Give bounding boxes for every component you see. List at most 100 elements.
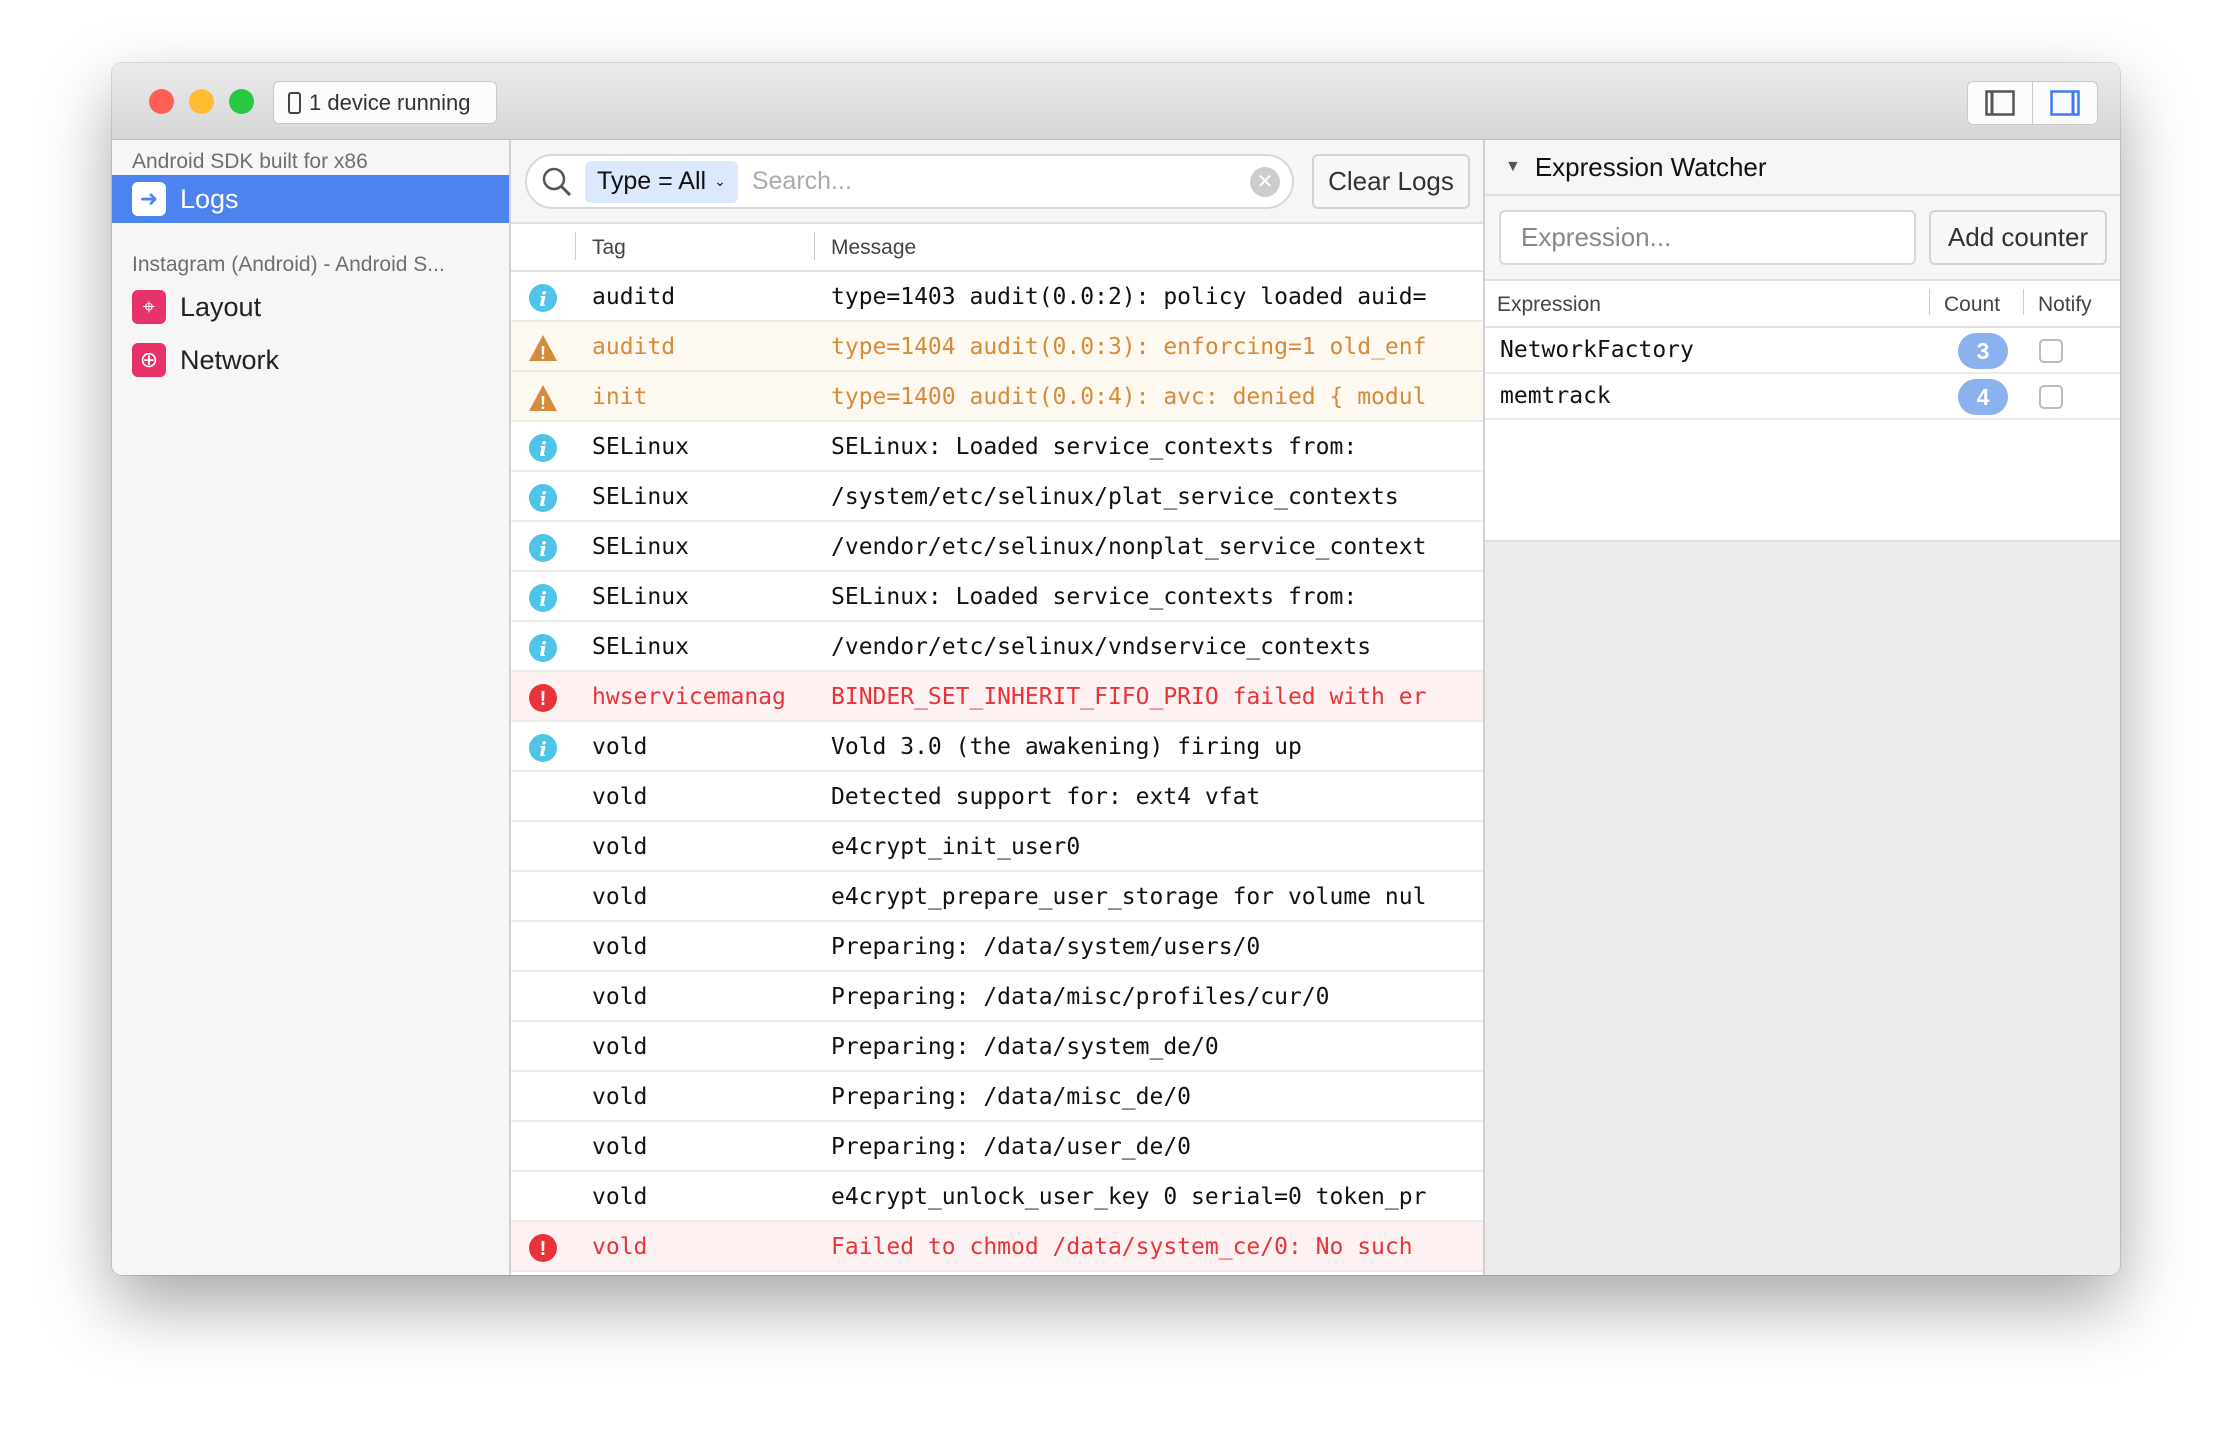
log-row[interactable]: ! hwservicemanag BINDER_SET_INHERIT_FIFO_P… bbox=[511, 672, 1483, 722]
info-icon: i bbox=[528, 283, 558, 313]
notify-checkbox[interactable] bbox=[2039, 339, 2063, 363]
log-tag: SELinux bbox=[592, 434, 689, 460]
clear-search-icon[interactable]: ✕ bbox=[1250, 166, 1280, 197]
log-row[interactable]: vold Detected support for: ext4 vfat bbox=[511, 772, 1483, 822]
right-sidebar-icon bbox=[2050, 90, 2080, 116]
clear-logs-button[interactable]: Clear Logs bbox=[1312, 154, 1470, 209]
log-tag: vold bbox=[592, 1184, 648, 1210]
log-row[interactable]: i SELinux/vendor/etc/selinux/vndservice_c… bbox=[511, 622, 1483, 672]
expression-watcher-header[interactable]: ▼ Expression Watcher bbox=[1485, 140, 2120, 196]
globe-icon: ⊕ bbox=[132, 343, 166, 377]
disclosure-triangle-icon: ▼ bbox=[1505, 158, 1521, 175]
column-header-tag[interactable]: Tag bbox=[592, 236, 626, 260]
sidebar-item-layout[interactable]: ⌖ Layout bbox=[112, 283, 509, 331]
log-message: SELinux: Loaded service_contexts from: bbox=[831, 584, 1358, 610]
log-row[interactable]: i SELinux/vendor/etc/selinux/nonplat_serv… bbox=[511, 522, 1483, 572]
sidebar-item-network[interactable]: ⊕ Network bbox=[112, 336, 509, 384]
titlebar: 1 device running bbox=[112, 63, 2120, 140]
log-tag: vold bbox=[592, 734, 648, 760]
log-message: BINDER_SET_INHERIT_FIFO_PRIO failed with… bbox=[831, 684, 1427, 710]
log-message: Preparing: /data/misc/profiles/cur/0 bbox=[831, 984, 1330, 1010]
svg-text:!: ! bbox=[540, 393, 546, 413]
log-message: Failed to chmod /data/system_ce/0: No su… bbox=[831, 1234, 1413, 1260]
phone-icon bbox=[288, 91, 301, 114]
log-row[interactable]: i SELinux SELinux: Loaded service_contexts… bbox=[511, 422, 1483, 472]
log-message: type=1404 audit(0.0:3): enforcing=1 old_… bbox=[831, 334, 1427, 360]
log-message: e4crypt_init_user0 bbox=[831, 834, 1081, 860]
log-message: e4crypt_prepare_user_storage for volume … bbox=[831, 884, 1427, 910]
expression-input[interactable] bbox=[1499, 210, 1916, 265]
log-row[interactable]: ! auditd type=1404 audit(0.0:3): enforcing… bbox=[511, 322, 1483, 372]
svg-text:i: i bbox=[539, 537, 547, 561]
svg-text:i: i bbox=[539, 737, 547, 761]
log-row[interactable]: ! vold Failed to chmod /data/system_ce/0: … bbox=[511, 1222, 1483, 1272]
log-row[interactable]: vold Preparing: /data/system_de/0 bbox=[511, 1022, 1483, 1072]
log-row[interactable]: vold Preparing: /data/misc_de/0 bbox=[511, 1072, 1483, 1122]
log-row[interactable]: vold Preparing: /data/misc/profiles/cur/0 bbox=[511, 972, 1483, 1022]
section-title: Android SDK built for x86 bbox=[132, 150, 368, 173]
section-title: Instagram (Android) - Android S... bbox=[132, 253, 445, 276]
log-message: Preparing: /data/misc_de/0 bbox=[831, 1084, 1192, 1110]
svg-text:i: i bbox=[539, 487, 547, 511]
log-message: type=1400 audit(0.0:4): avc: denied { mo… bbox=[831, 384, 1427, 410]
type-filter-label: Type = All bbox=[597, 167, 707, 195]
column-header-message[interactable]: Message bbox=[831, 236, 916, 260]
notify-checkbox[interactable] bbox=[2039, 385, 2063, 409]
minimize-window-button[interactable] bbox=[189, 89, 214, 114]
expression-name: NetworkFactory bbox=[1500, 337, 1694, 363]
toggle-left-sidebar-button[interactable] bbox=[1968, 82, 2032, 124]
log-row[interactable]: i SELinux/system/etc/selinux/plat_service… bbox=[511, 472, 1483, 522]
svg-text:!: ! bbox=[540, 343, 546, 363]
column-header-count: Count bbox=[1944, 293, 2001, 316]
type-filter-dropdown[interactable]: Type = All ⌄ bbox=[585, 160, 738, 203]
search-box: Type = All ⌄ ✕ bbox=[525, 154, 1294, 209]
sidebar-item-logs[interactable]: ➜ Logs bbox=[112, 175, 509, 223]
column-header-expression: Expression bbox=[1497, 293, 1601, 316]
error-icon: ! bbox=[528, 1233, 558, 1263]
panel-title: Expression Watcher bbox=[1534, 151, 1767, 182]
expression-watcher-panel: ▼ Expression Watcher Add counter Express… bbox=[1485, 140, 2120, 1275]
log-tag: vold bbox=[592, 934, 648, 960]
expression-row: memtrack 4 bbox=[1485, 374, 2120, 420]
log-tag: vold bbox=[592, 1084, 648, 1110]
log-row[interactable]: i vold Vold 3.0 (the awakening) firing up bbox=[511, 722, 1483, 772]
warning-icon: ! bbox=[528, 383, 558, 413]
search-input[interactable] bbox=[751, 167, 1250, 196]
log-tag: vold bbox=[592, 1134, 648, 1160]
count-badge: 3 bbox=[1958, 333, 2008, 369]
log-row[interactable]: i SELinux SELinux: Loaded service_contexts… bbox=[511, 572, 1483, 622]
info-icon: i bbox=[528, 483, 558, 513]
expression-row: NetworkFactory 3 bbox=[1485, 328, 2120, 374]
left-sidebar-icon bbox=[1985, 90, 2015, 116]
log-tag: vold bbox=[592, 784, 648, 810]
log-tag: vold bbox=[592, 1034, 648, 1060]
log-tag: vold bbox=[592, 884, 648, 910]
log-row[interactable]: vold e4crypt_init_user0 bbox=[511, 822, 1483, 872]
zoom-window-button[interactable] bbox=[229, 89, 254, 114]
logs-table-header: Tag Message bbox=[511, 224, 1483, 272]
svg-text:i: i bbox=[539, 637, 547, 661]
add-counter-button[interactable]: Add counter bbox=[1929, 210, 2107, 265]
log-message: Detected support for: ext4 vfat bbox=[831, 784, 1261, 810]
log-tag: SELinux bbox=[592, 534, 689, 560]
log-row[interactable]: vold Preparing: /data/system/users/0 bbox=[511, 922, 1483, 972]
log-message: Preparing: /data/system_de/0 bbox=[831, 1034, 1219, 1060]
device-selector-button[interactable]: 1 device running bbox=[273, 81, 497, 124]
log-tag: SELinux bbox=[592, 584, 689, 610]
log-row[interactable]: i auditd type=1403 audit(0.0:2): policy lo… bbox=[511, 272, 1483, 322]
close-window-button[interactable] bbox=[149, 89, 174, 114]
sidebar-item-label: Network bbox=[180, 344, 280, 375]
arrow-right-icon: ➜ bbox=[132, 182, 166, 216]
count-badge: 4 bbox=[1958, 379, 2008, 415]
log-tag: auditd bbox=[592, 284, 676, 310]
log-row[interactable]: vold Preparing: /data/user_de/0 bbox=[511, 1122, 1483, 1172]
info-icon: i bbox=[528, 433, 558, 463]
log-row[interactable]: vold e4crypt_unlock_user_key 0 serial=0 t… bbox=[511, 1172, 1483, 1222]
log-row[interactable]: ! init type=1400 audit(0.0:4): avc: denied… bbox=[511, 372, 1483, 422]
column-header-notify: Notify bbox=[2038, 293, 2092, 316]
search-toolbar: Type = All ⌄ ✕ Clear Logs bbox=[511, 140, 1483, 224]
svg-text:i: i bbox=[539, 437, 547, 461]
log-row[interactable]: vold e4crypt_prepare_user_storage for vol… bbox=[511, 872, 1483, 922]
app-window: 1 device running Android SDK built for x… bbox=[112, 63, 2120, 1275]
toggle-right-sidebar-button[interactable] bbox=[2032, 82, 2097, 124]
